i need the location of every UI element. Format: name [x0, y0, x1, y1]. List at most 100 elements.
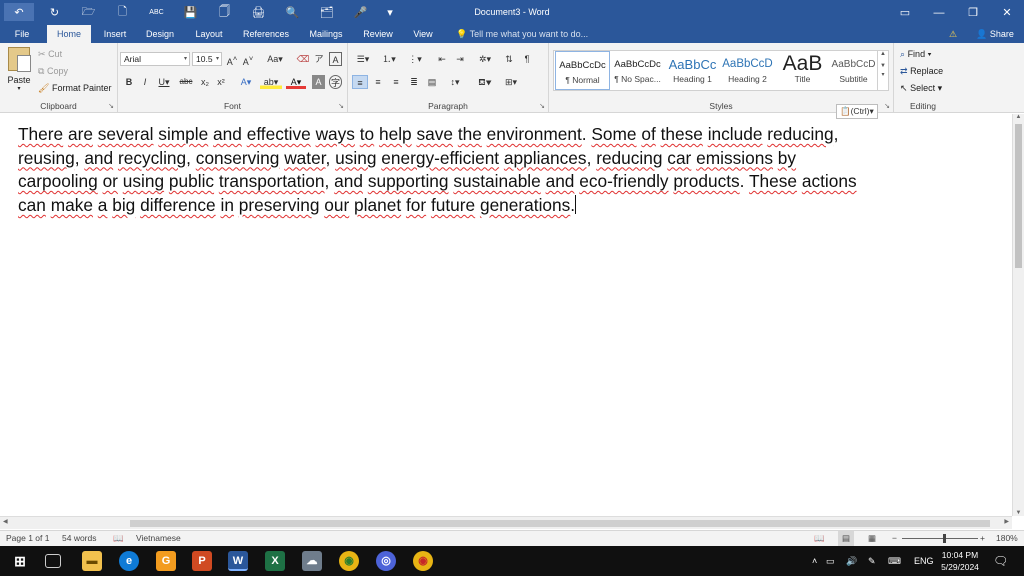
tell-me-box[interactable]: 💡 Tell me what you want to do... — [456, 25, 588, 43]
horizontal-scroll-thumb[interactable] — [130, 520, 990, 527]
phonetic-guide-icon[interactable]: ア — [312, 52, 326, 66]
sort-icon[interactable]: ⇅ — [502, 52, 516, 66]
word-icon[interactable]: W — [228, 551, 248, 571]
style-heading-1[interactable]: AaBbCc Heading 1 — [665, 51, 720, 90]
scroll-up-icon[interactable]: ▲ — [1013, 114, 1024, 120]
superscript-icon[interactable]: x² — [214, 75, 228, 89]
font-name-field[interactable]: Arial ▾ — [120, 52, 190, 66]
tab-design[interactable]: Design — [141, 25, 179, 43]
warning-icon[interactable]: ⚠ — [940, 25, 966, 43]
zoom-slider[interactable] — [902, 538, 978, 539]
dialog-launcher-icon[interactable]: ↘ — [539, 102, 545, 110]
scroll-right-icon[interactable]: ▶ — [1004, 518, 1009, 525]
language-status[interactable]: Vietnamese — [136, 531, 181, 546]
format-painter-button[interactable]: 🖌 Format Painter — [38, 80, 111, 96]
font-color-icon[interactable]: A▾ — [286, 75, 306, 89]
pilcrow-icon[interactable]: ¶ — [520, 52, 534, 66]
keyboard-icon[interactable]: ⌨ — [888, 546, 901, 576]
chrome-icon[interactable]: ◉ — [339, 551, 359, 571]
grow-font-icon[interactable]: A˄ — [226, 52, 238, 67]
strikethrough-icon[interactable]: abc — [178, 75, 194, 89]
shrink-font-icon[interactable]: A˅ — [242, 52, 254, 67]
shading-icon[interactable]: ⛾▾ — [474, 75, 496, 89]
tab-home[interactable]: Home — [47, 25, 91, 43]
line-spacing-icon[interactable]: ↕▾ — [444, 75, 466, 89]
app-cloud-icon[interactable]: ☁ — [302, 551, 322, 571]
document-page[interactable]: There are several simple and effective w… — [0, 114, 1012, 516]
minimize-button[interactable]: — — [922, 0, 956, 25]
file-explorer-icon[interactable]: ▬ — [82, 551, 102, 571]
network-icon[interactable]: ▭ — [826, 546, 835, 576]
styles-scroll[interactable]: ▲ ▼ ▾ — [877, 51, 888, 90]
character-shading-icon[interactable]: A — [312, 75, 325, 89]
zoom-slider-thumb[interactable] — [942, 534, 946, 543]
windows-start-icon[interactable]: ⊞ — [10, 551, 30, 571]
align-center-icon[interactable]: ≡ — [370, 75, 386, 89]
zoom-in-icon[interactable]: + — [980, 531, 985, 546]
subscript-icon[interactable]: x₂ — [198, 75, 212, 89]
select-button[interactable]: ↖ Select ▾ — [900, 80, 942, 96]
justify-icon[interactable]: ≣ — [406, 75, 422, 89]
style-subtitle[interactable]: AaBbCcD Subtitle — [826, 51, 881, 90]
more-styles-icon[interactable]: ▾ — [878, 71, 888, 78]
pen-icon[interactable]: ✎ — [868, 546, 876, 576]
replace-button[interactable]: ⇄ Replace — [900, 63, 943, 79]
app-circle-icon[interactable]: ◎ — [376, 551, 396, 571]
share-button[interactable]: 👤 Share — [970, 25, 1020, 43]
web-layout-icon[interactable]: ▦ — [868, 531, 876, 546]
system-clock[interactable]: 10:04 PM 5/29/2024 — [928, 549, 992, 573]
horizontal-scrollbar[interactable]: ◀ ▶ — [0, 516, 1012, 529]
page-count[interactable]: Page 1 of 1 — [6, 531, 49, 546]
character-border-icon[interactable]: A — [329, 52, 342, 66]
proofing-icon[interactable]: 📖 — [113, 531, 124, 546]
dialog-launcher-icon[interactable]: ↘ — [108, 102, 114, 110]
print-layout-icon[interactable]: ▤ — [838, 531, 855, 546]
app-g-icon[interactable]: G — [156, 551, 176, 571]
change-case-icon[interactable]: Aa▾ — [264, 52, 286, 66]
multilevel-list-icon[interactable]: ⋮▾ — [404, 52, 426, 66]
zoom-out-icon[interactable]: − — [892, 531, 897, 546]
tab-file[interactable]: File — [0, 25, 44, 43]
enclose-characters-icon[interactable]: 字 — [329, 75, 342, 89]
read-mode-icon[interactable]: 📖 — [814, 531, 825, 546]
vertical-scrollbar[interactable]: ▲ ▼ — [1012, 114, 1024, 516]
chevron-down-icon[interactable]: ▼ — [878, 63, 888, 69]
style-heading-2[interactable]: AaBbCcD Heading 2 — [720, 51, 775, 90]
cut-button[interactable]: ✂ Cut — [38, 46, 62, 62]
zoom-level[interactable]: 180% — [996, 531, 1018, 546]
distributed-icon[interactable]: ▤ — [424, 75, 440, 89]
italic-icon[interactable]: I — [138, 75, 152, 89]
tab-review[interactable]: Review — [358, 25, 398, 43]
numbering-icon[interactable]: ⒈▾ — [378, 52, 400, 66]
chevron-up-icon[interactable]: ˄ — [812, 546, 817, 576]
tab-layout[interactable]: Layout — [190, 25, 228, 43]
tab-mailings[interactable]: Mailings — [303, 25, 349, 43]
close-button[interactable]: ✕ — [990, 0, 1024, 25]
font-size-field[interactable]: 10.5 ▾ — [192, 52, 222, 66]
highlight-icon[interactable]: ab▾ — [260, 75, 282, 89]
dialog-launcher-icon[interactable]: ↘ — [884, 102, 890, 110]
style-normal[interactable]: AaBbCcDc ¶ Normal — [555, 51, 610, 90]
clear-formatting-icon[interactable]: ⌫ — [296, 52, 310, 66]
decrease-indent-icon[interactable]: ⇤ — [434, 52, 450, 66]
bold-icon[interactable]: B — [122, 75, 136, 89]
notifications-icon[interactable]: 🗨 — [993, 546, 1008, 576]
copy-button[interactable]: ⧉ Copy — [38, 63, 68, 79]
tab-view[interactable]: View — [406, 25, 440, 43]
ribbon-display-options-icon[interactable]: ▭ — [888, 0, 922, 25]
tab-references[interactable]: References — [240, 25, 292, 43]
borders-icon[interactable]: ⊞▾ — [500, 75, 522, 89]
word-count[interactable]: 54 words — [62, 531, 97, 546]
asian-layout-icon[interactable]: ✲▾ — [474, 52, 496, 66]
align-right-icon[interactable]: ≡ — [388, 75, 404, 89]
document-body[interactable]: There are several simple and effective w… — [18, 123, 878, 217]
chrome-profile-icon[interactable]: ◉ — [413, 551, 433, 571]
style-no-spacing[interactable]: AaBbCcDc ¶ No Spac... — [610, 51, 665, 90]
excel-icon[interactable]: X — [265, 551, 285, 571]
tab-insert[interactable]: Insert — [96, 25, 134, 43]
align-left-icon[interactable]: ≡ — [352, 75, 368, 89]
dialog-launcher-icon[interactable]: ↘ — [338, 102, 344, 110]
find-button[interactable]: ⌕ Find ▾ — [900, 46, 931, 62]
bullets-icon[interactable]: ☰▾ — [352, 52, 374, 66]
underline-icon[interactable]: U▾ — [154, 75, 174, 89]
